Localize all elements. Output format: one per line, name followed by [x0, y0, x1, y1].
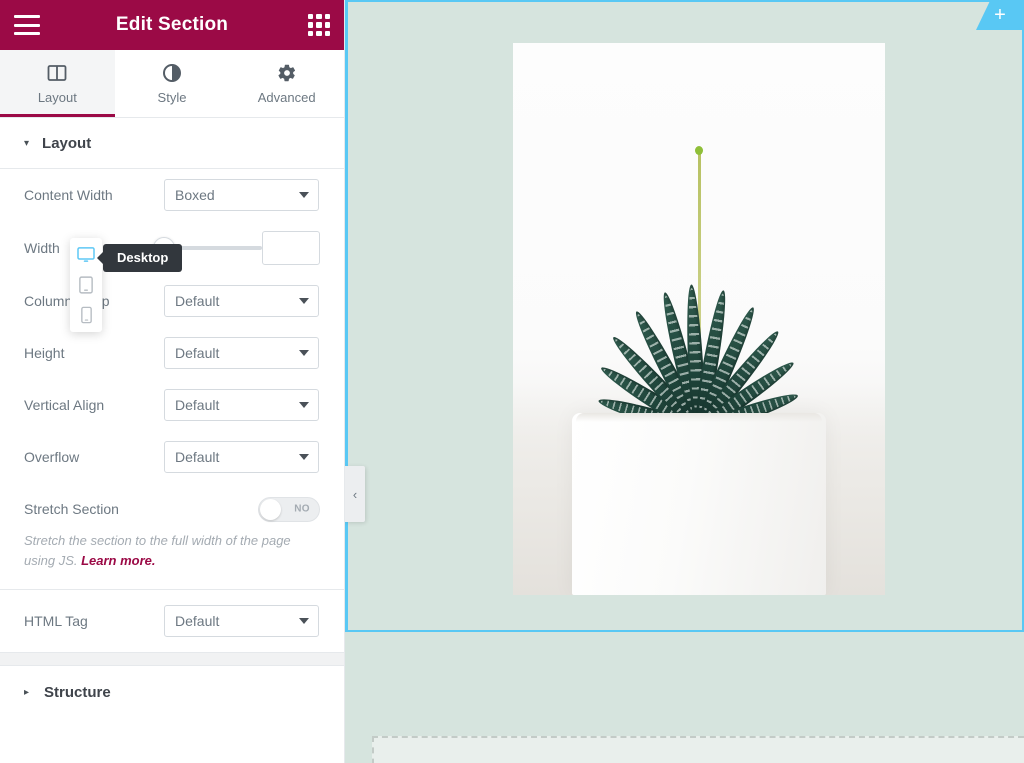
panel-header: Edit Section: [0, 0, 344, 50]
grid-apps-icon[interactable]: [308, 14, 330, 36]
height-label: Height: [24, 345, 65, 361]
tab-style-label: Style: [157, 89, 187, 105]
elementor-editor: Edit Section Layout Style Advanced ▾ Lay…: [0, 0, 1024, 763]
mobile-icon[interactable]: [73, 304, 99, 326]
html-tag-select[interactable]: Default: [164, 605, 319, 638]
contrast-circle-icon: [162, 63, 182, 83]
section-image[interactable]: [513, 43, 885, 595]
chevron-left-icon: ‹: [352, 486, 358, 502]
structure-section-header[interactable]: ▸ Structure: [0, 666, 344, 719]
desktop-icon[interactable]: [73, 244, 99, 266]
stretch-description-text: Stretch the section to the full width of…: [24, 533, 291, 569]
section-dropzone[interactable]: [372, 736, 1024, 763]
tablet-icon[interactable]: [73, 274, 99, 296]
layout-controls: Content Width Boxed Width Columns Gap De…: [0, 169, 344, 652]
vertical-align-value: Default: [175, 397, 220, 413]
columns-layout-icon: [47, 63, 67, 83]
chevron-down-icon: [299, 350, 309, 356]
tab-layout[interactable]: Layout: [0, 50, 115, 117]
content-width-select[interactable]: Boxed: [164, 179, 319, 211]
vertical-align-select[interactable]: Default: [164, 389, 319, 421]
width-slider-wrap: [153, 231, 320, 265]
stretch-section-toggle[interactable]: NO: [258, 496, 320, 522]
height-value: Default: [175, 345, 220, 361]
chevron-down-icon: [299, 618, 309, 625]
preview-canvas: + ‹: [345, 0, 1024, 763]
chevron-down-icon: [299, 298, 309, 304]
content-width-value: Boxed: [175, 187, 215, 203]
vertical-align-label: Vertical Align: [24, 397, 105, 413]
editor-panel: Edit Section Layout Style Advanced ▾ Lay…: [0, 0, 345, 763]
control-vertical-align: Vertical Align Default: [24, 379, 320, 431]
hamburger-icon[interactable]: [14, 15, 40, 35]
panel-tabs: Layout Style Advanced: [0, 50, 344, 118]
width-number-input[interactable]: [262, 231, 320, 265]
chevron-right-icon: ▸: [24, 686, 30, 698]
layout-section-header[interactable]: ▾ Layout: [0, 118, 344, 169]
stretch-section-description: Stretch the section to the full width of…: [24, 531, 320, 589]
section-separator: [0, 652, 344, 667]
stretch-section-label: Stretch Section: [24, 501, 119, 517]
columns-gap-value: Default: [175, 293, 220, 309]
chevron-down-icon: ▾: [24, 137, 30, 149]
layout-section-title: Layout: [42, 135, 92, 152]
chevron-down-icon: [299, 402, 309, 408]
content-width-label: Content Width: [24, 187, 113, 203]
collapse-panel-handle[interactable]: ‹: [345, 466, 365, 522]
device-tooltip: Desktop: [103, 244, 183, 272]
structure-section-title: Structure: [44, 684, 111, 702]
tab-layout-label: Layout: [37, 89, 77, 105]
white-pot: [572, 413, 826, 595]
control-html-tag: HTML Tag Default: [24, 590, 320, 652]
columns-gap-select[interactable]: Default: [164, 285, 319, 317]
chevron-down-icon: [299, 454, 309, 460]
toggle-knob: [260, 498, 281, 520]
control-stretch-section: Stretch Section NO: [24, 483, 320, 535]
overflow-select[interactable]: Default: [164, 441, 319, 473]
toggle-state-label: NO: [294, 503, 310, 515]
control-overflow: Overflow Default: [24, 431, 320, 483]
tab-advanced[interactable]: Advanced: [229, 50, 344, 117]
plus-icon: +: [994, 4, 1006, 26]
tab-style[interactable]: Style: [115, 50, 230, 117]
height-select[interactable]: Default: [164, 337, 319, 369]
gear-icon: [277, 63, 297, 83]
learn-more-link[interactable]: Learn more.: [81, 553, 155, 568]
chevron-down-icon: [299, 192, 309, 198]
control-columns-gap: Columns Gap Default: [24, 275, 320, 327]
control-content-width: Content Width Boxed: [24, 169, 320, 221]
tab-advanced-label: Advanced: [257, 89, 316, 105]
html-tag-label: HTML Tag: [24, 613, 88, 630]
plant-bud: [695, 146, 703, 155]
overflow-value: Default: [175, 449, 220, 465]
page-title: Edit Section: [115, 14, 229, 35]
control-height: Height Default: [24, 327, 320, 379]
html-tag-value: Default: [175, 613, 220, 630]
overflow-label: Overflow: [24, 449, 80, 465]
